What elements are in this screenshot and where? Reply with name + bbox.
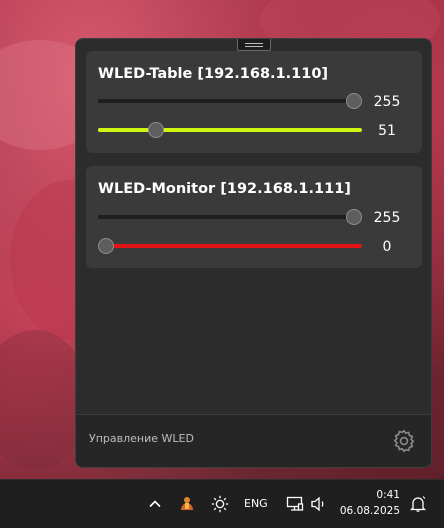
brightness-slider[interactable] (98, 93, 362, 109)
slider-thumb[interactable] (98, 238, 114, 254)
clock-date[interactable]: 06.08.2025 (336, 505, 400, 517)
slider-thumb[interactable] (346, 93, 362, 109)
gear-icon[interactable] (391, 428, 417, 454)
effect-value: 51 (378, 123, 396, 139)
device-title: WLED-Table [192.168.1.110] (98, 66, 329, 82)
device-title: WLED-Monitor [192.168.1.111] (98, 181, 351, 197)
effect-slider[interactable] (98, 238, 362, 254)
footer-label: Управление WLED (89, 432, 194, 445)
brightness-value: 255 (373, 210, 401, 226)
effect-slider[interactable] (98, 122, 362, 138)
chevron-up-icon[interactable] (145, 494, 165, 514)
device-card-monitor: WLED-Monitor [192.168.1.111] 255 0 (86, 166, 422, 268)
panel-footer: Управление WLED (76, 414, 431, 467)
brightness-icon[interactable] (210, 494, 230, 514)
wled-flyout-panel: WLED-Table [192.168.1.110] 255 51 WLED-M… (75, 38, 432, 468)
drag-handle[interactable] (237, 39, 271, 51)
effect-value: 0 (382, 239, 392, 255)
volume-icon[interactable] (309, 494, 329, 514)
slider-thumb[interactable] (147, 122, 164, 138)
language-indicator[interactable]: ENG (244, 497, 268, 510)
slider-thumb[interactable] (346, 209, 362, 225)
network-icon[interactable] (285, 494, 305, 514)
notification-bell-icon[interactable] (408, 494, 428, 514)
app-tray-icon[interactable] (177, 494, 197, 514)
brightness-value: 255 (373, 94, 401, 110)
brightness-slider[interactable] (98, 209, 362, 225)
taskbar: ENG 0:41 06.08.2025 (0, 479, 444, 528)
clock-time[interactable]: 0:41 (340, 489, 400, 501)
device-card-table: WLED-Table [192.168.1.110] 255 51 (86, 51, 422, 153)
